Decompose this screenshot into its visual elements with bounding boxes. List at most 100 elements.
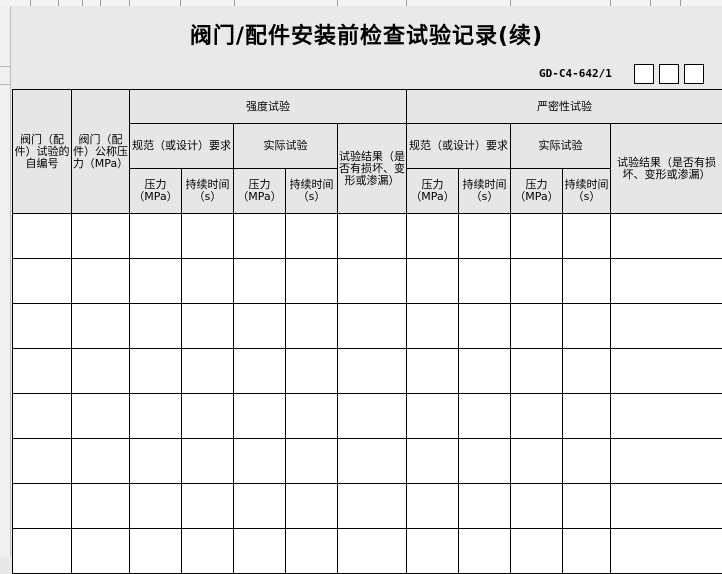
table-cell[interactable] — [13, 349, 72, 394]
table-cell[interactable] — [13, 214, 72, 259]
table-cell[interactable] — [459, 259, 511, 304]
table-cell[interactable] — [511, 394, 563, 439]
table-cell[interactable] — [611, 439, 722, 484]
table-cell[interactable] — [286, 484, 338, 529]
table-cell[interactable] — [338, 349, 407, 394]
table-cell[interactable] — [338, 214, 407, 259]
code-input-box-2[interactable] — [659, 64, 679, 84]
table-cell[interactable] — [611, 214, 722, 259]
table-cell[interactable] — [611, 529, 722, 574]
table-cell[interactable] — [72, 304, 130, 349]
table-cell[interactable] — [338, 259, 407, 304]
table-cell[interactable] — [511, 259, 563, 304]
table-cell[interactable] — [130, 259, 182, 304]
table-cell[interactable] — [182, 529, 234, 574]
table-cell[interactable] — [407, 349, 459, 394]
table-cell[interactable] — [563, 484, 611, 529]
table-cell[interactable] — [407, 439, 459, 484]
table-cell[interactable] — [407, 394, 459, 439]
table-cell[interactable] — [511, 439, 563, 484]
table-cell[interactable] — [130, 214, 182, 259]
table-cell[interactable] — [286, 529, 338, 574]
table-cell[interactable] — [13, 394, 72, 439]
table-cell[interactable] — [511, 304, 563, 349]
table-cell[interactable] — [286, 259, 338, 304]
table-cell[interactable] — [130, 349, 182, 394]
table-cell[interactable] — [459, 484, 511, 529]
table-cell[interactable] — [459, 214, 511, 259]
table-cell[interactable] — [511, 214, 563, 259]
table-cell[interactable] — [182, 394, 234, 439]
table-cell[interactable] — [511, 529, 563, 574]
table-cell[interactable] — [182, 259, 234, 304]
header-strength-spec-duration: 持续时间（s） — [182, 169, 234, 214]
table-cell[interactable] — [234, 349, 286, 394]
table-cell[interactable] — [563, 439, 611, 484]
table-cell[interactable] — [338, 439, 407, 484]
table-cell[interactable] — [286, 304, 338, 349]
table-cell[interactable] — [459, 529, 511, 574]
table-cell[interactable] — [407, 529, 459, 574]
table-cell[interactable] — [234, 439, 286, 484]
table-cell[interactable] — [13, 259, 72, 304]
table-cell[interactable] — [72, 439, 130, 484]
table-cell[interactable] — [511, 349, 563, 394]
table-cell[interactable] — [130, 439, 182, 484]
table-cell[interactable] — [234, 214, 286, 259]
table-cell[interactable] — [563, 214, 611, 259]
table-cell[interactable] — [286, 439, 338, 484]
table-cell[interactable] — [13, 529, 72, 574]
table-cell[interactable] — [407, 484, 459, 529]
table-cell[interactable] — [407, 259, 459, 304]
table-cell[interactable] — [130, 304, 182, 349]
table-cell[interactable] — [182, 304, 234, 349]
table-cell[interactable] — [182, 214, 234, 259]
table-cell[interactable] — [611, 484, 722, 529]
table-cell[interactable] — [407, 214, 459, 259]
table-cell[interactable] — [130, 394, 182, 439]
table-cell[interactable] — [13, 304, 72, 349]
table-cell[interactable] — [72, 484, 130, 529]
table-cell[interactable] — [563, 349, 611, 394]
code-input-box-1[interactable] — [634, 64, 654, 84]
table-cell[interactable] — [611, 349, 722, 394]
table-cell[interactable] — [563, 529, 611, 574]
table-cell[interactable] — [459, 439, 511, 484]
table-cell[interactable] — [13, 484, 72, 529]
table-cell[interactable] — [182, 484, 234, 529]
table-cell[interactable] — [611, 259, 722, 304]
table-cell[interactable] — [286, 214, 338, 259]
table-cell[interactable] — [286, 394, 338, 439]
table-cell[interactable] — [511, 484, 563, 529]
table-cell[interactable] — [338, 529, 407, 574]
table-cell[interactable] — [72, 214, 130, 259]
table-cell[interactable] — [234, 484, 286, 529]
table-cell[interactable] — [182, 439, 234, 484]
table-cell[interactable] — [407, 304, 459, 349]
table-cell[interactable] — [563, 304, 611, 349]
table-cell[interactable] — [182, 349, 234, 394]
table-cell[interactable] — [72, 529, 130, 574]
code-input-box-3[interactable] — [684, 64, 704, 84]
table-cell[interactable] — [72, 349, 130, 394]
table-cell[interactable] — [563, 394, 611, 439]
table-cell[interactable] — [459, 394, 511, 439]
table-cell[interactable] — [338, 304, 407, 349]
table-cell[interactable] — [611, 304, 722, 349]
table-cell[interactable] — [459, 304, 511, 349]
table-cell[interactable] — [234, 529, 286, 574]
table-cell[interactable] — [72, 259, 130, 304]
table-cell[interactable] — [338, 484, 407, 529]
table-cell[interactable] — [234, 304, 286, 349]
table-cell[interactable] — [234, 259, 286, 304]
table-cell[interactable] — [72, 394, 130, 439]
table-cell[interactable] — [459, 349, 511, 394]
table-cell[interactable] — [611, 394, 722, 439]
table-cell[interactable] — [286, 349, 338, 394]
table-cell[interactable] — [338, 394, 407, 439]
table-cell[interactable] — [130, 529, 182, 574]
table-cell[interactable] — [234, 394, 286, 439]
table-cell[interactable] — [130, 484, 182, 529]
table-cell[interactable] — [563, 259, 611, 304]
table-cell[interactable] — [13, 439, 72, 484]
